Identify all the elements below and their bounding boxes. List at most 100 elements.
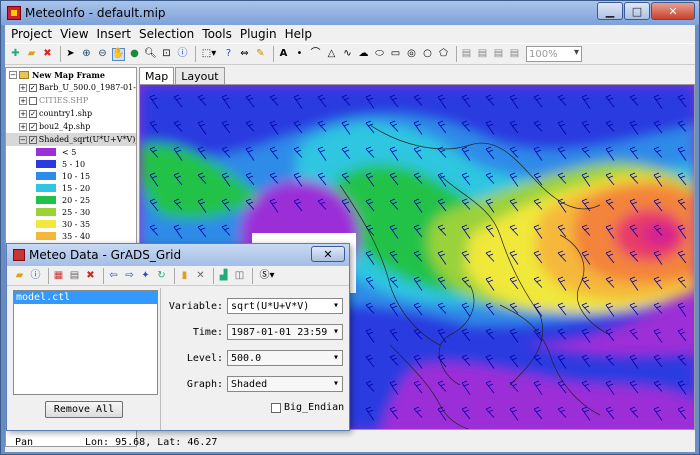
add-layer-icon[interactable]: ✚ [9,48,22,61]
edit-icon[interactable]: ✎ [254,48,267,61]
refresh-icon[interactable]: ↻ [155,269,168,282]
animation-icon[interactable]: ✦ [139,269,152,282]
info-icon[interactable]: ⓘ [29,269,42,282]
minimize-button[interactable]: ▁ [597,2,623,20]
profile-chart-icon[interactable]: ◫ [233,269,246,282]
add-circle-icon[interactable]: ◎ [405,48,418,61]
help-icon[interactable]: ? [222,48,235,61]
tab-map[interactable]: Map [139,67,175,85]
data-file-list[interactable]: model.ctl [13,290,158,395]
add-rectangle-icon[interactable]: ▭ [389,48,402,61]
dialog-close-button[interactable]: ✕ [311,246,345,262]
zoom-out-icon[interactable]: ⊖ [96,48,109,61]
grid-icon[interactable]: ▦ [52,269,65,282]
layer-checkbox[interactable]: ✓ [29,109,37,118]
layer-checkbox[interactable] [29,96,37,105]
open-data-icon[interactable]: ▰ [13,269,26,282]
tools-icon[interactable]: ✕ [194,269,207,282]
collapse-icon[interactable]: − [9,70,17,79]
remove-icon[interactable]: ✖ [41,48,54,61]
table-icon[interactable]: ▤ [68,269,81,282]
add-point-icon[interactable]: • [293,48,306,61]
tree-layer[interactable]: + ✓ bou2_4p.shp [6,120,136,133]
select-pointer-icon[interactable]: ➤ [64,48,77,61]
remove-all-button[interactable]: Remove All [45,401,123,418]
variable-select[interactable]: sqrt(U*U+V*V) [227,298,343,314]
map-frame-label: New Map Frame [32,69,105,80]
list-item[interactable]: model.ctl [14,291,157,304]
legend-swatch [36,232,56,240]
legend-swatch [36,148,56,156]
add-polyline-icon[interactable]: ⌒ [309,48,322,61]
dialog-title-bar[interactable]: Meteo Data - GrADS_Grid ✕ [7,244,349,266]
tree-layer[interactable]: + ✓ country1.shp [6,107,136,120]
legend-class-label: 30 - 35 [62,219,91,229]
legend-swatch [36,208,56,216]
big-endian-checkbox[interactable]: Big_Endian [271,402,344,413]
full-extent-icon[interactable]: ⊡ [160,48,173,61]
measure-icon[interactable]: ⇔ [238,48,251,61]
time-select[interactable]: 1987-01-01 23:59 [227,324,343,340]
next-icon[interactable]: ⇨ [123,269,136,282]
meteo-data-dialog[interactable]: Meteo Data - GrADS_Grid ✕ ▰ ⓘ ▦ ▤ ✖ ⇦ ⇨ … [6,243,350,431]
add-ellipse-icon[interactable]: ⬭ [373,48,386,61]
tab-layout[interactable]: Layout [175,67,225,84]
globe-icon[interactable]: ● [128,48,141,61]
tree-map-frame[interactable]: − New Map Frame [6,68,136,81]
add-circle-small-icon[interactable]: ○ [421,48,434,61]
chart-icon[interactable]: ▟ [217,269,230,282]
plugin-dropdown-icon[interactable]: Ⓢ▾ [256,269,278,282]
tree-layer[interactable]: + CITIES.SHP [6,94,136,107]
layer-checkbox[interactable]: ✓ [28,83,37,92]
checkbox-box[interactable] [271,402,281,413]
menu-view[interactable]: View [56,27,92,41]
add-curve-icon[interactable]: ∿ [341,48,354,61]
toolbar-separator [60,46,61,62]
identify-icon[interactable]: ⓘ [176,48,189,61]
menu-help[interactable]: Help [281,27,316,41]
maximize-button[interactable]: □ [624,2,650,20]
menu-project[interactable]: Project [7,27,56,41]
menu-tools[interactable]: Tools [198,27,236,41]
page-zoom-out-icon[interactable]: ▤ [492,48,505,61]
dialog-body: model.ctl Remove All Variable: sqrt(U*U+… [7,288,349,430]
page-fit-icon[interactable]: ▤ [508,48,521,61]
expand-icon[interactable]: + [19,109,27,118]
previous-icon[interactable]: ⇦ [107,269,120,282]
menu-insert[interactable]: Insert [93,27,135,41]
remove-data-icon[interactable]: ✖ [84,269,97,282]
add-polygon-icon[interactable]: △ [325,48,338,61]
dialog-app-icon [13,249,25,261]
select-rectangle-icon[interactable]: ⬚▾ [199,48,219,61]
expand-icon[interactable]: + [19,96,27,105]
tree-layer[interactable]: + ✓ Barb_U_500.0_1987-01-0 [6,81,136,94]
level-select[interactable]: 500.0 [227,350,343,366]
expand-icon[interactable]: + [19,83,27,92]
page-icon[interactable]: ▤ [460,48,473,61]
expand-icon[interactable]: + [19,122,27,131]
legend-class: < 5 [6,146,136,158]
tree-layer-selected[interactable]: − ✓ Shaded_sqrt(U*U+V*V)_5 [6,133,136,146]
layer-label: country1.shp [39,109,93,118]
menu-plugin[interactable]: Plugin [236,27,281,41]
zoom-in-icon[interactable]: ⊕ [80,48,93,61]
title-bar[interactable]: MeteoInfo - default.mip ▁ □ ✕ [1,1,699,25]
close-button[interactable]: ✕ [651,2,695,20]
legend-class-label: 35 - 40 [62,231,91,241]
magnifier-icon[interactable]: 🔍︎ [144,48,157,61]
toolbar-separator [174,267,175,284]
menu-selection[interactable]: Selection [135,27,198,41]
collapse-icon[interactable]: − [19,135,27,144]
layer-checkbox[interactable]: ✓ [28,135,37,144]
open-folder-icon[interactable]: ▰ [25,48,38,61]
layer-checkbox[interactable]: ✓ [29,122,37,131]
graph-select[interactable]: Shaded [227,376,343,392]
add-text-icon[interactable]: A [277,48,290,61]
pan-hand-icon[interactable]: ✋ [112,47,125,61]
legend-class-label: < 5 [62,147,77,157]
add-pentagon-icon[interactable]: ⬠ [437,48,450,61]
zoom-combo[interactable]: 100% [526,46,582,62]
add-freehand-icon[interactable]: ☁ [357,48,370,61]
section-icon[interactable]: ▮ [178,269,191,282]
page-zoom-in-icon[interactable]: ▤ [476,48,489,61]
